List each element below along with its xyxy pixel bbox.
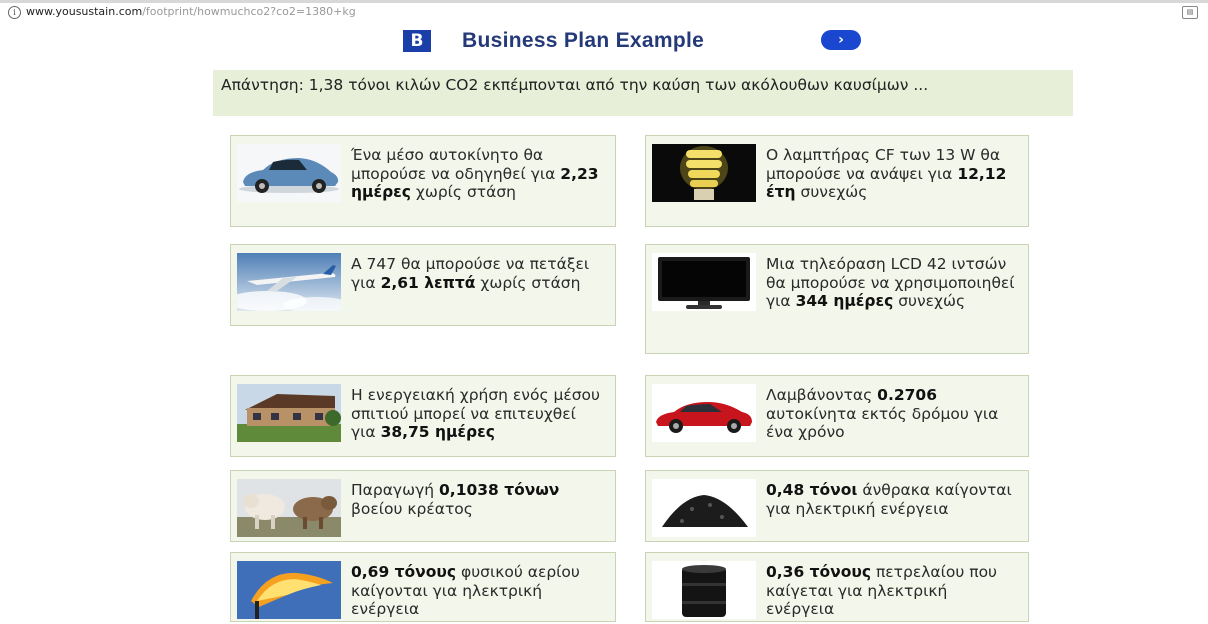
car-image bbox=[237, 144, 341, 202]
ad-arrow-button[interactable]: › bbox=[821, 30, 861, 50]
card-text: Η ενεργειακή χρήση ενός μέσου σπιτιού μπ… bbox=[351, 386, 600, 442]
ad-banner[interactable]: B Business Plan Example › bbox=[388, 28, 886, 58]
answer-banner: Απάντηση: 1,38 τόνοι κιλών CO2 εκπέμποντ… bbox=[213, 70, 1073, 116]
address-bar[interactable]: i www.yousustain.com/footprint/howmuchco… bbox=[0, 0, 1208, 22]
lcd-tv-image bbox=[652, 253, 756, 311]
cattle-image bbox=[237, 479, 341, 537]
url-path: /footprint/howmuchco2?co2=1380+kg bbox=[142, 5, 356, 18]
equivalent-card: Λαμβάνοντας 0.2706 αυτοκίνητα εκτός δρόμ… bbox=[645, 375, 1029, 457]
card-text: 0,36 τόνους πετρελαίου που καίγεται για … bbox=[766, 563, 998, 619]
card-text: Λαμβάνοντας 0.2706 αυτοκίνητα εκτός δρόμ… bbox=[766, 386, 999, 442]
equivalent-card: Ένα μέσο αυτοκίνητο θα μπορούσε να οδηγη… bbox=[230, 135, 616, 227]
answer-text: Απάντηση: 1,38 τόνοι κιλών CO2 εκπέμποντ… bbox=[221, 76, 929, 94]
equivalent-card: Η ενεργειακή χρήση ενός μέσου σπιτιού μπ… bbox=[230, 375, 616, 457]
gas-flare-image bbox=[237, 561, 341, 619]
equivalent-card: Παραγωγή 0,1038 τόνων βοείου κρέατος bbox=[230, 470, 616, 542]
card-text: 0,69 τόνους φυσικού αερίου καίγονται για… bbox=[351, 563, 580, 619]
equivalent-card: 0,69 τόνους φυσικού αερίου καίγονται για… bbox=[230, 552, 616, 622]
equivalent-card: Μια τηλεόραση LCD 42 ιντσών θα μπορούσε … bbox=[645, 244, 1029, 354]
airplane-image bbox=[237, 253, 341, 311]
info-icon[interactable]: i bbox=[8, 6, 21, 19]
oil-barrel-image bbox=[652, 561, 756, 619]
ad-title[interactable]: Business Plan Example bbox=[462, 29, 704, 53]
red-car-image bbox=[652, 384, 756, 442]
reader-mode-icon[interactable]: ▤ bbox=[1182, 6, 1198, 19]
equivalent-card: Α 747 θα μπορούσε να πετάξει για 2,61 λε… bbox=[230, 244, 616, 326]
url-host: www.yousustain.com bbox=[26, 5, 143, 18]
card-text: Ο λαμπτήρας CF των 13 W θα μπορούσε να α… bbox=[766, 146, 1007, 202]
equivalent-card: 0,48 τόνοι άνθρακα καίγονται για ηλεκτρι… bbox=[645, 470, 1029, 542]
card-text: Μια τηλεόραση LCD 42 ιντσών θα μπορούσε … bbox=[766, 255, 1015, 311]
url-text[interactable]: www.yousustain.com/footprint/howmuchco2?… bbox=[26, 5, 356, 18]
equivalent-card: 0,36 τόνους πετρελαίου που καίγεται για … bbox=[645, 552, 1029, 622]
card-text: Ένα μέσο αυτοκίνητο θα μπορούσε να οδηγη… bbox=[351, 146, 599, 202]
coal-image bbox=[652, 479, 756, 537]
house-image bbox=[237, 384, 341, 442]
card-text: Παραγωγή 0,1038 τόνων βοείου κρέατος bbox=[351, 481, 560, 518]
cf-bulb-image bbox=[652, 144, 756, 202]
equivalent-card: Ο λαμπτήρας CF των 13 W θα μπορούσε να α… bbox=[645, 135, 1029, 227]
card-text: 0,48 τόνοι άνθρακα καίγονται για ηλεκτρι… bbox=[766, 481, 1012, 518]
ad-logo-icon: B bbox=[403, 30, 431, 52]
card-text: Α 747 θα μπορούσε να πετάξει για 2,61 λε… bbox=[351, 255, 590, 292]
